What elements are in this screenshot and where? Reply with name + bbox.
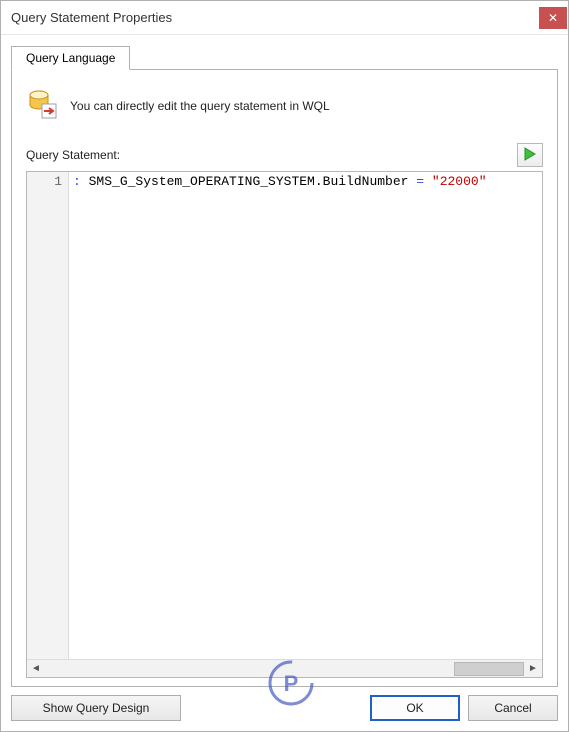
- show-query-design-button[interactable]: Show Query Design: [11, 695, 181, 721]
- line-number: 1: [54, 174, 62, 189]
- code-editor[interactable]: 1 : SMS_G_System_OPERATING_SYSTEM.BuildN…: [26, 171, 543, 678]
- dialog-window: Query Statement Properties ✕ Query Langu…: [0, 0, 569, 732]
- button-label: OK: [406, 701, 423, 715]
- code-text[interactable]: : SMS_G_System_OPERATING_SYSTEM.BuildNum…: [69, 172, 542, 659]
- cancel-button[interactable]: Cancel: [468, 695, 558, 721]
- query-statement-label: Query Statement:: [26, 148, 120, 162]
- horizontal-scrollbar[interactable]: ◄ ►: [27, 659, 542, 677]
- close-button[interactable]: ✕: [539, 7, 567, 29]
- tab-panel: You can directly edit the query statemen…: [11, 69, 558, 687]
- tab-query-language[interactable]: Query Language: [11, 46, 130, 70]
- titlebar: Query Statement Properties ✕: [1, 1, 568, 35]
- editor-body: 1 : SMS_G_System_OPERATING_SYSTEM.BuildN…: [27, 172, 542, 659]
- content-area: Query Language You can directly edit the…: [1, 35, 568, 687]
- ok-button[interactable]: OK: [370, 695, 460, 721]
- info-row: You can directly edit the query statemen…: [26, 88, 543, 123]
- scroll-right-arrow-icon[interactable]: ►: [524, 661, 542, 677]
- db-export-icon: [26, 88, 58, 123]
- close-icon: ✕: [548, 12, 558, 24]
- line-gutter: 1: [27, 172, 69, 659]
- window-title: Query Statement Properties: [11, 10, 172, 25]
- button-label: Show Query Design: [43, 701, 150, 715]
- dialog-button-row: Show Query Design OK Cancel: [1, 687, 568, 731]
- scroll-thumb[interactable]: [454, 662, 524, 676]
- button-label: Cancel: [494, 701, 531, 715]
- run-query-button[interactable]: [517, 143, 543, 167]
- scroll-left-arrow-icon[interactable]: ◄: [27, 661, 45, 677]
- info-text: You can directly edit the query statemen…: [70, 99, 330, 113]
- tab-strip: Query Language: [11, 45, 558, 69]
- run-icon: [524, 147, 536, 164]
- query-statement-header: Query Statement:: [26, 143, 543, 167]
- scroll-track[interactable]: [45, 661, 524, 677]
- tab-label: Query Language: [26, 51, 115, 65]
